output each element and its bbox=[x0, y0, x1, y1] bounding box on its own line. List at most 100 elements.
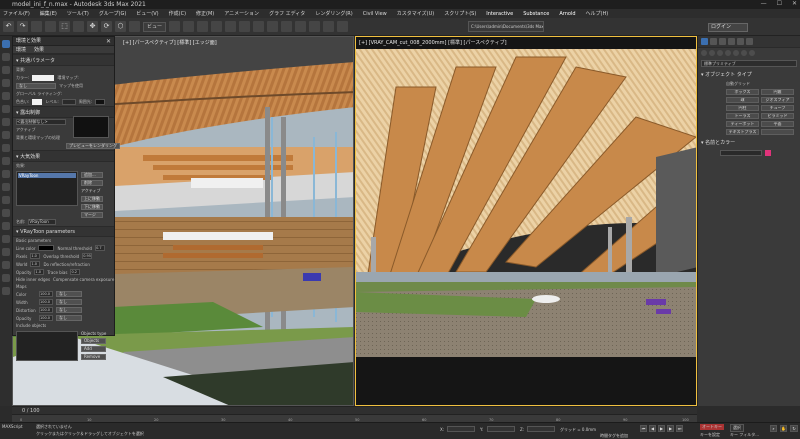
object-name-field[interactable] bbox=[720, 150, 762, 156]
display-shapes-icon[interactable] bbox=[2, 66, 10, 74]
sphere-button[interactable]: 球 bbox=[726, 97, 759, 103]
align-icon[interactable] bbox=[239, 21, 251, 32]
key-filters-button[interactable]: キー フィルタ... bbox=[730, 432, 759, 438]
pixels-radio[interactable]: Pixels bbox=[16, 254, 27, 259]
goto-start-icon[interactable]: ⏮ bbox=[640, 425, 647, 432]
display-bones-icon[interactable] bbox=[2, 157, 10, 165]
display-helpers-icon[interactable] bbox=[2, 105, 10, 113]
render-icon[interactable] bbox=[337, 21, 349, 32]
spacewarps-icon[interactable] bbox=[741, 50, 747, 56]
display-containers-icon[interactable] bbox=[2, 170, 10, 178]
merge-button[interactable]: マージ bbox=[81, 212, 103, 218]
rotate-icon[interactable]: ⟳ bbox=[101, 21, 112, 32]
exposure-type-dropdown[interactable]: <露出制御なし> bbox=[16, 119, 66, 125]
helpers-icon[interactable] bbox=[733, 50, 739, 56]
viewport-camera[interactable]: [+] [VRAY_CAM_cut_008_2000mm] [標準] [パースペ… bbox=[355, 36, 697, 406]
opacity-field[interactable]: 1.0 bbox=[34, 269, 45, 275]
display-tab-icon[interactable] bbox=[737, 38, 744, 45]
effect-active-checkbox[interactable]: アクティブ bbox=[81, 188, 103, 194]
menu-interactive[interactable]: Interactive bbox=[486, 11, 513, 17]
map-opacity-amount[interactable]: 100.0 bbox=[39, 315, 53, 321]
hidden-icon[interactable] bbox=[2, 196, 10, 204]
level-field[interactable] bbox=[61, 99, 76, 105]
curve-editor-icon[interactable] bbox=[267, 21, 279, 32]
include-remove-button[interactable]: Remove bbox=[81, 354, 107, 360]
map-opacity-button[interactable]: なし bbox=[56, 315, 82, 321]
scale-icon[interactable]: ⬡ bbox=[115, 21, 126, 32]
motion-tab-icon[interactable] bbox=[728, 38, 735, 45]
material-editor-icon[interactable] bbox=[295, 21, 307, 32]
primitive-type-dropdown[interactable]: 標準プリミティブ bbox=[701, 60, 797, 67]
mirror-icon[interactable] bbox=[225, 21, 237, 32]
menu-civil-view[interactable]: Civil View bbox=[363, 11, 387, 17]
tab-effects[interactable]: 効果 bbox=[34, 46, 44, 53]
include-add-button[interactable]: Add bbox=[81, 346, 107, 352]
menu-substance[interactable]: Substance bbox=[523, 11, 549, 17]
object-type-header[interactable]: ▾ オブジェクト タイプ bbox=[698, 69, 800, 80]
viewport-label-right[interactable]: [+] [VRAY_CAM_cut_008_2000mm] [標準] [パースペ… bbox=[359, 39, 507, 46]
objects-type-dropdown[interactable]: Objects bbox=[81, 338, 107, 344]
environment-effects-dialog[interactable]: 環境と効果 ✕ 環境 効果 ▾ 共通パラメータ 背景: カラー: 環境マップ: … bbox=[12, 36, 120, 361]
invert-icon[interactable] bbox=[2, 235, 10, 243]
schematic-icon[interactable] bbox=[281, 21, 293, 32]
z-coordinate-field[interactable] bbox=[527, 426, 555, 432]
dialog-close-icon[interactable]: ✕ bbox=[106, 37, 111, 46]
rollout-vraytoon[interactable]: ▾ VRayToon parameters bbox=[13, 226, 114, 237]
map-distortion-amount[interactable]: 100.0 bbox=[39, 307, 53, 313]
select-region-icon[interactable] bbox=[73, 21, 84, 32]
zoom-icon[interactable]: ⌕ bbox=[770, 425, 777, 432]
goto-end-icon[interactable]: ⏭ bbox=[676, 425, 683, 432]
link-icon[interactable] bbox=[31, 21, 42, 32]
menu-file[interactable]: ファイル(F) bbox=[3, 10, 30, 17]
move-icon[interactable]: ✥ bbox=[87, 21, 98, 32]
all-icon[interactable] bbox=[2, 209, 10, 217]
add-time-tag[interactable]: 時間タグを追加 bbox=[600, 433, 628, 439]
hide-inner-checkbox[interactable]: Hide inner edges bbox=[16, 277, 50, 282]
select-icon[interactable]: ⬚ bbox=[59, 21, 70, 32]
display-lights-icon[interactable] bbox=[2, 79, 10, 87]
pivot-icon[interactable] bbox=[169, 21, 181, 32]
display-geometry-icon[interactable] bbox=[2, 53, 10, 61]
map-distortion-checkbox[interactable]: Distortion bbox=[16, 308, 36, 313]
maximize-button[interactable]: ☐ bbox=[777, 0, 782, 7]
cylinder-button[interactable]: 円柱 bbox=[726, 105, 759, 111]
line-color-swatch[interactable] bbox=[38, 245, 55, 251]
box-button[interactable]: ボックス bbox=[726, 89, 759, 95]
map-width-button[interactable]: なし bbox=[56, 299, 82, 305]
cone-button[interactable]: 円錐 bbox=[761, 89, 794, 95]
map-color-checkbox[interactable]: Color bbox=[16, 292, 36, 297]
display-xrefs-icon[interactable] bbox=[2, 144, 10, 152]
tab-environment[interactable]: 環境 bbox=[16, 46, 26, 53]
geosphere-button[interactable]: ジオスフィア bbox=[761, 97, 794, 103]
name-color-header[interactable]: ▾ 名前とカラー bbox=[698, 137, 800, 148]
map-distortion-button[interactable]: なし bbox=[56, 307, 82, 313]
options-icon[interactable] bbox=[2, 287, 10, 295]
layer-icon[interactable] bbox=[253, 21, 265, 32]
teapot-button[interactable]: ティーポット bbox=[726, 121, 759, 127]
torus-button[interactable]: トーラス bbox=[726, 113, 759, 119]
render-preview-button[interactable]: プレビューをレンダリング bbox=[66, 143, 120, 149]
map-color-button[interactable]: なし bbox=[56, 291, 82, 297]
maxscript-listener[interactable]: MAXScript bbox=[2, 424, 23, 429]
use-map-checkbox[interactable]: マップを使用 bbox=[59, 83, 83, 89]
y-coordinate-field[interactable] bbox=[487, 426, 515, 432]
menu-rendering[interactable]: レンダリング(R) bbox=[315, 10, 352, 17]
frozen-icon[interactable] bbox=[2, 183, 10, 191]
menu-arnold[interactable]: Arnold bbox=[559, 11, 575, 17]
textplus-button[interactable]: テキストプラス bbox=[726, 129, 759, 135]
process-bg-checkbox[interactable]: 背景と環境マップの処理 bbox=[16, 135, 60, 141]
tint-swatch[interactable] bbox=[32, 99, 43, 105]
play-icon[interactable]: ▶ bbox=[658, 425, 665, 432]
lights-icon[interactable] bbox=[717, 50, 723, 56]
dialog-titlebar[interactable]: 環境と効果 ✕ bbox=[13, 37, 114, 46]
angle-snap-icon[interactable] bbox=[197, 21, 209, 32]
hierarchy-tab-icon[interactable] bbox=[719, 38, 726, 45]
next-frame-icon[interactable]: ▶ bbox=[667, 425, 674, 432]
autogrid-checkbox[interactable]: 自動グリッド bbox=[726, 81, 750, 87]
display-groups-icon[interactable] bbox=[2, 131, 10, 139]
env-map-button[interactable]: なし bbox=[16, 83, 56, 89]
map-opacity-checkbox[interactable]: Opacity bbox=[16, 316, 36, 321]
ambient-swatch[interactable] bbox=[95, 99, 106, 105]
menu-create[interactable]: 作成(C) bbox=[169, 10, 186, 17]
world-radio[interactable]: World bbox=[16, 262, 27, 267]
